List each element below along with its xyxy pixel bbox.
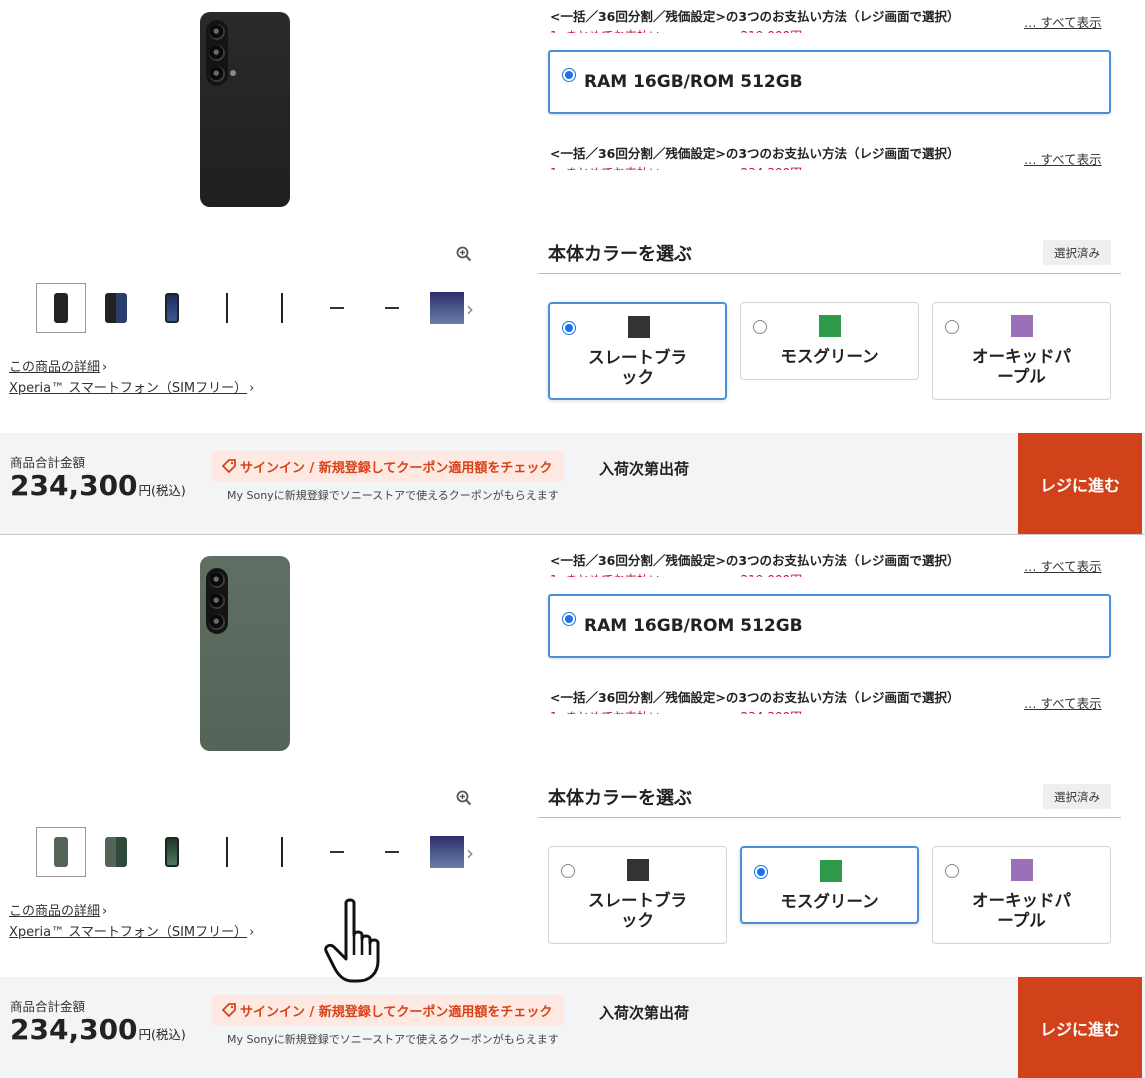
stock-status: 入荷次第出荷 [599,460,690,478]
show-all-link[interactable]: … すべて表示 [1024,12,1102,31]
color-swatch [820,860,842,882]
payment-method-text: <一括／36回分割／残価設定>の3つのお支払い方法（レジ画面で選択） [550,9,960,24]
zoom-in-icon[interactable] [456,790,472,806]
purchase-bar: 商品合計金額 234,300円(税込) サインイン / 新規登録してクーポン適用… [0,433,1145,534]
selected-badge: 選択済み [1043,240,1111,265]
checkout-button[interactable]: レジに進む [1018,977,1142,1078]
coupon-tag-icon [221,459,236,474]
payment-method-text: <一括／36回分割／残価設定>の3つのお支払い方法（レジ画面で選択） [550,690,960,705]
color-swatch [1011,859,1033,881]
thumbnail-1[interactable] [36,283,86,333]
total-price: 234,300円(税込) [10,469,186,502]
thumbnail-6[interactable] [312,283,362,333]
camera-module [206,20,228,86]
payment-price-cut: 1. まとめてお支払い ・・・・・・ 234,300円 [550,164,802,170]
divider [538,273,1121,274]
color-option-moss-green[interactable]: モスグリーン [740,846,919,924]
ram-option-card[interactable]: RAM 16GB/ROM 512GB [548,50,1111,114]
color-name: オーキッドパ ープル [972,347,1071,386]
purchase-bar: 商品合計金額 234,300円(税込) サインイン / 新規登録してクーポン適用… [0,977,1145,1078]
coupon-note: My Sonyに新規登録でソニーストアで使えるクーポンがもらえます [227,489,559,502]
selected-badge: 選択済み [1043,784,1111,809]
thumbnail-strip: › [36,283,496,333]
payment-price-cut: 1. まとめてお支払い ・・・・・・ 219,000円 [550,27,802,33]
coupon-link[interactable]: サインイン / 新規登録してクーポン適用額をチェック [212,995,565,1025]
show-all-link[interactable]: … すべて表示 [1024,693,1102,712]
thumbnail-5[interactable] [257,827,307,877]
thumbnail-3[interactable] [147,827,197,877]
color-name: オーキッドパ ープル [972,891,1071,930]
hand-pointer-cursor [322,897,394,983]
color-name: スレートブラ ック [588,348,687,387]
color-section-title: 本体カラーを選ぶ [548,788,692,809]
thumbnail-2[interactable] [91,827,141,877]
color-radio[interactable] [945,320,959,334]
thumbnail-5[interactable] [257,283,307,333]
thumbnail-strip: › [36,827,496,877]
category-link[interactable]: Xperia™ スマートフォン（SIMフリー） › [9,921,254,940]
thumbnail-2[interactable] [91,283,141,333]
category-link[interactable]: Xperia™ スマートフォン（SIMフリー） › [9,377,254,396]
color-option-moss-green[interactable]: モスグリーン [740,302,919,380]
color-option-orchid-purple[interactable]: オーキッドパ ープル [932,302,1111,400]
product-image-black [200,12,290,207]
ram-option-card[interactable]: RAM 16GB/ROM 512GB [548,594,1111,658]
coupon-note: My Sonyに新規登録でソニーストアで使えるクーポンがもらえます [227,1033,559,1046]
ram-option-label: RAM 16GB/ROM 512GB [584,616,803,636]
thumbnail-6[interactable] [312,827,362,877]
thumbnail-4[interactable] [202,283,252,333]
coupon-link[interactable]: サインイン / 新規登録してクーポン適用額をチェック [212,451,565,481]
thumbnail-4[interactable] [202,827,252,877]
thumbnail-8[interactable] [422,827,472,877]
payment-price-cut: 1. まとめてお支払い ・・・・・・ 219,000円 [550,571,802,577]
show-all-link[interactable]: … すべて表示 [1024,149,1102,168]
color-radio[interactable] [945,864,959,878]
payment-price-cut: 1. まとめてお支払い ・・・・・・ 234,300円 [550,708,802,714]
color-swatch [628,316,650,338]
color-swatch [627,859,649,881]
thumbnail-8[interactable] [422,283,472,333]
stock-status: 入荷次第出荷 [599,1004,690,1022]
color-radio[interactable] [562,321,576,335]
product-detail-link[interactable]: この商品の詳細 › [9,356,107,375]
divider [538,817,1121,818]
color-name: モスグリーン [780,347,879,366]
zoom-in-icon[interactable] [456,246,472,262]
chevron-right-icon[interactable]: › [466,297,474,321]
product-image-green [200,556,290,751]
coupon-tag-icon [221,1003,236,1018]
color-radio[interactable] [753,320,767,334]
camera-module [206,568,228,634]
color-name: モスグリーン [780,892,879,911]
color-option-slate-black[interactable]: スレートブラ ック [548,846,727,944]
thumbnail-7[interactable] [367,283,417,333]
show-all-link[interactable]: … すべて表示 [1024,556,1102,575]
color-option-slate-black[interactable]: スレートブラ ック [548,302,727,400]
payment-method-text: <一括／36回分割／残価設定>の3つのお支払い方法（レジ画面で選択） [550,553,960,568]
thumbnail-3[interactable] [147,283,197,333]
thumbnail-1[interactable] [36,827,86,877]
color-section-title: 本体カラーを選ぶ [548,244,692,265]
panel-divider [0,534,1145,544]
color-name: スレートブラ ック [588,891,687,930]
ram-radio[interactable] [562,612,576,626]
payment-method-text: <一括／36回分割／残価設定>の3つのお支払い方法（レジ画面で選択） [550,146,960,161]
product-panel-2: › この商品の詳細 › Xperia™ スマートフォン（SIMフリー） › <一括／… [0,544,1145,1078]
checkout-button[interactable]: レジに進む [1018,433,1142,534]
color-radio[interactable] [561,864,575,878]
total-price: 234,300円(税込) [10,1013,186,1046]
product-detail-link[interactable]: この商品の詳細 › [9,900,107,919]
thumbnail-7[interactable] [367,827,417,877]
ram-option-label: RAM 16GB/ROM 512GB [584,72,803,92]
chevron-right-icon[interactable]: › [466,841,474,865]
product-panel-1: › この商品の詳細 › Xperia™ スマートフォン（SIMフリー） › <一括／… [0,0,1145,534]
ram-radio[interactable] [562,68,576,82]
color-swatch [819,315,841,337]
color-radio[interactable] [754,865,768,879]
color-swatch [1011,315,1033,337]
color-option-orchid-purple[interactable]: オーキッドパ ープル [932,846,1111,944]
